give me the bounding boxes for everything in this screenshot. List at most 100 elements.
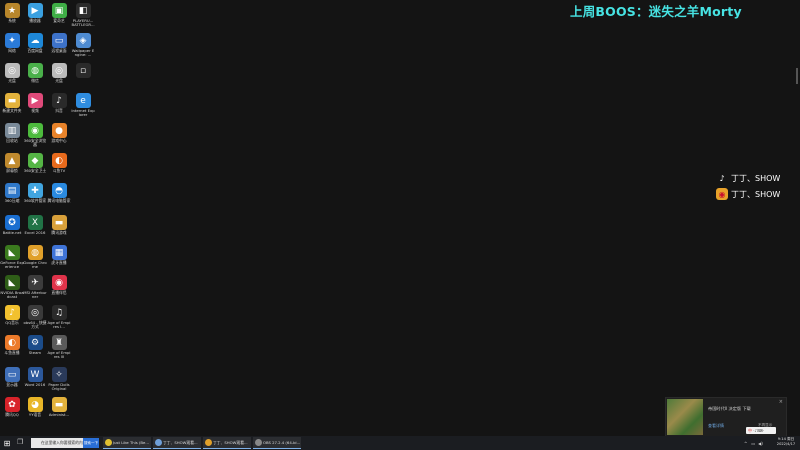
logo-icon: ★ — [4, 3, 20, 18]
taskbar-task[interactable]: 丁丁、SHOW观看... — [153, 437, 201, 449]
desktop-shortcut[interactable]: ◣ NVIDIA Broadcast — [0, 275, 24, 299]
desktop-shortcut[interactable]: ▬ 新建文件夹 — [0, 93, 24, 113]
desktop-shortcut[interactable]: ◓ 腾讯电脑管家 — [47, 183, 71, 203]
desktop-shortcut-label: GeForce Experience — [0, 260, 24, 270]
tiktok-icon: ♪ — [719, 173, 725, 183]
desktop-shortcut[interactable]: ◉ 直播伴侣 — [47, 275, 71, 295]
close-icon[interactable]: × — [779, 399, 783, 405]
desktop-shortcut[interactable]: ▶ 播放器 — [23, 3, 47, 23]
taskbar-search-input[interactable]: 在这里输入你要搜索的内容 — [31, 438, 83, 448]
desktop-shortcut[interactable]: ◈ Wallpaper Engine: ... — [71, 33, 95, 57]
desktop-shortcut[interactable]: ◎ 光盘 — [47, 63, 71, 83]
desktop-shortcut[interactable]: ▥ 回收站 — [0, 123, 24, 143]
desktop-shortcut-label: Age of Empires III — [47, 350, 71, 360]
desktop-shortcut-label: Word 2016 — [24, 382, 46, 387]
desktop-shortcut[interactable]: W Word 2016 — [23, 367, 47, 387]
network-icon[interactable]: ▭ — [751, 441, 755, 446]
desktop-shortcut-label: 光盘 — [55, 78, 63, 83]
obs-icon: ◎ — [27, 305, 43, 320]
desktop-shortcut-label: Wallpaper Engine: ... — [71, 48, 95, 58]
desktop-shortcut-label: 游戏中心 — [51, 138, 67, 143]
desktop-shortcut[interactable]: ▭ 远程桌面 — [47, 33, 71, 53]
desktop-shortcut[interactable]: ✿ 腾讯QQ — [0, 397, 24, 417]
notification-thumbnail[interactable] — [667, 399, 703, 435]
desktop-shortcut[interactable]: ♪ 抖音 — [47, 93, 71, 113]
desktop-shortcut-label: 爱奇艺 — [53, 18, 65, 23]
steam-icon: ⚙ — [27, 335, 43, 350]
desktop-shortcut[interactable]: ▣ 爱奇艺 — [47, 3, 71, 23]
desktop-shortcut[interactable]: ✧ Paper Dolls Original — [47, 367, 71, 391]
desktop-shortcut[interactable]: ▫ — [71, 63, 95, 79]
desktop-shortcut[interactable]: ◍ Google Chrome — [23, 245, 47, 269]
desktop-shortcut[interactable]: ◕ YY语音 — [23, 397, 47, 417]
desktop-shortcut-label: 网络 — [8, 48, 16, 53]
taskbar-task[interactable]: OBS 27.2.4 (64-bi... — [253, 437, 301, 449]
desktop-shortcut[interactable]: ◍ 微信 — [23, 63, 47, 83]
desktop-shortcut[interactable]: ◐ 斗鱼直播 — [0, 335, 24, 355]
desktop-shortcut-label: Excel 2016 — [24, 230, 46, 235]
desktop-shortcut[interactable]: ✚ 360软件管家 — [23, 183, 47, 203]
desktop-shortcut[interactable]: ● 游戏中心 — [47, 123, 71, 143]
desktop-shortcut[interactable]: ◉ 360安全浏览器 — [23, 123, 47, 147]
desktop-shortcut[interactable]: ▭ 显示器 — [0, 367, 24, 387]
desktop-shortcut[interactable]: ♫ Age of Empires I... — [47, 305, 71, 329]
desktop-shortcut[interactable]: ▬ Administ... — [47, 397, 71, 417]
desktop-shortcut[interactable]: ▬ 腾讯游戏 — [47, 215, 71, 235]
desktop-shortcut[interactable]: X Excel 2016 — [23, 215, 47, 235]
music-icon: ♪ — [4, 305, 20, 320]
task-view-icon[interactable]: ❐ — [17, 438, 23, 446]
desktop-shortcut-label: 360软件管家 — [23, 198, 47, 203]
desktop-shortcut-label: obs64 - 快捷方式 — [23, 320, 47, 330]
chrome-icon: ◍ — [27, 245, 43, 260]
desktop-shortcut[interactable]: ◣ GeForce Experience — [0, 245, 24, 269]
notification-link[interactable]: 查看详情 — [708, 423, 724, 429]
desktop-shortcut-label: 远程桌面 — [51, 48, 67, 53]
taskbar-task-label: 丁丁、SHOW观看... — [213, 440, 248, 445]
desktop-shortcut[interactable]: ★ 系统 — [0, 3, 24, 23]
taskbar-task[interactable]: Just Like This (Be... — [103, 437, 151, 449]
desktop-shortcut-label: Steam — [28, 350, 42, 355]
desktop-shortcut[interactable]: ♪ QQ音乐 — [0, 305, 24, 325]
desktop-shortcut-label: QQ音乐 — [5, 320, 19, 325]
desktop-shortcut-label: 腾讯电脑管家 — [47, 198, 71, 203]
desktop-shortcut[interactable]: ⚙ Steam — [23, 335, 47, 355]
desktop-shortcut[interactable]: ◆ 360安全卫士 — [23, 153, 47, 173]
desktop-shortcut-label: 视频 — [31, 108, 39, 113]
windows-start-icon[interactable]: ⊞ — [0, 436, 14, 450]
desktop-shortcut-label: 腾讯游戏 — [51, 230, 67, 235]
desktop-shortcut[interactable]: ◎ 光盘 — [0, 63, 24, 83]
social-weibo: ◉ 丁丁、SHOW — [716, 188, 780, 200]
desktop-shortcut[interactable]: ◐ 斗鱼TV — [47, 153, 71, 173]
desktop-shortcut[interactable]: ▤ 360压缩 — [0, 183, 24, 203]
taskbar-search-button[interactable]: 搜索一下 — [83, 438, 99, 448]
taskbar-task-label: Just Like This (Be... — [113, 440, 149, 445]
taskbar-task[interactable]: 丁丁、SHOW观看... — [203, 437, 251, 449]
volume-icon[interactable]: ◀) — [758, 441, 763, 446]
desktop-shortcut[interactable]: ◎ obs64 - 快捷方式 — [23, 305, 47, 329]
desktop-shortcut[interactable]: ♜ Age of Empires III — [47, 335, 71, 359]
ie-icon: e — [75, 93, 91, 108]
desktop-shortcut-label: PLAYERU... BATTLEGR... — [71, 18, 95, 28]
desktop-shortcut[interactable]: ▶ 视频 — [23, 93, 47, 113]
taskbar-clock[interactable]: 9:14 周日 2022/4/17 — [775, 437, 797, 447]
desktop: ★ 系统 ▶ 播放器 ▣ 爱奇艺 ◧ PLAYERU... BATTLEGR... ✦ 网络 ☁ 百度… — [0, 0, 800, 437]
game-icon: ◧ — [75, 3, 91, 18]
desktop-shortcut[interactable]: ▲ 屏幕锁 — [0, 153, 24, 173]
desktop-shortcut[interactable]: ✦ 网络 — [0, 33, 24, 53]
excel-icon: X — [27, 215, 43, 230]
tray-chevron-icon[interactable]: ^ — [744, 441, 747, 446]
desktop-shortcut[interactable]: ✪ Battle.net — [0, 215, 24, 235]
desktop-shortcut-label: 斗鱼直播 — [4, 350, 20, 355]
disc-icon: ◎ — [51, 63, 67, 78]
desktop-shortcut[interactable]: ☁ 百度网盘 — [23, 33, 47, 53]
desktop-shortcut-label: Paper Dolls Original — [48, 382, 70, 392]
user-folder-icon: ▬ — [51, 397, 67, 412]
desktop-shortcut[interactable]: ▦ 虎牙直播 — [47, 245, 71, 265]
ime-toolbar[interactable]: 中 ·♪⌨· — [746, 427, 776, 434]
shield-icon: ◆ — [27, 153, 43, 168]
desktop-shortcut[interactable]: ◧ PLAYERU... BATTLEGR... — [71, 3, 95, 27]
desktop-shortcut[interactable]: ✈ MSI Afterburner — [23, 275, 47, 299]
edge-scroll-indicator — [796, 68, 798, 84]
desktop-shortcut[interactable]: e Internet Explorer — [71, 93, 95, 117]
desktop-shortcut-label: 斗鱼TV — [52, 168, 66, 173]
